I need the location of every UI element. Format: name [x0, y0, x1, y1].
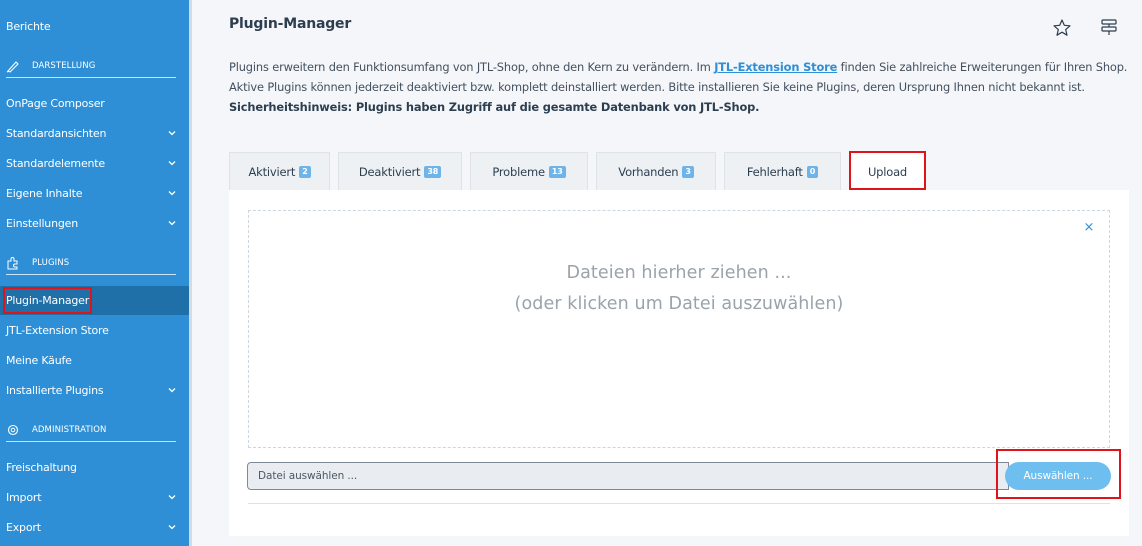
intro-text: Plugins erweitern den Funktionsumfang vo…: [229, 57, 1129, 117]
page-title: Plugin-Manager: [229, 16, 352, 32]
section-label: DARSTELLUNG: [32, 60, 96, 71]
chevron-down-icon: [168, 191, 176, 196]
tab-fehlerhaft[interactable]: Fehlerhaft 0: [724, 152, 841, 190]
security-warning: Sicherheitshinweis: Plugins haben Zugrif…: [229, 100, 760, 114]
section-header-darstellung: DARSTELLUNG: [6, 54, 176, 78]
sidebar-item-installierte-plugins[interactable]: Installierte Plugins: [0, 375, 189, 405]
intro-line-2: Aktive Plugins können jederzeit deaktivi…: [229, 80, 1085, 94]
section-header-administration: ADMINISTRATION: [6, 418, 176, 442]
star-icon[interactable]: [1052, 18, 1072, 38]
tab-label: Deaktiviert: [358, 164, 421, 179]
tab-label: Vorhanden: [618, 164, 679, 179]
highlight-plugin-manager: [3, 287, 92, 314]
tab-label: Aktiviert: [248, 164, 296, 179]
count-badge: 3: [682, 165, 694, 178]
sidebar-item-label: Meine Käufe: [6, 353, 72, 367]
sidebar-item-label: JTL-Extension Store: [6, 323, 109, 337]
sidebar-item-onpage-composer[interactable]: OnPage Composer: [0, 88, 189, 118]
sidebar-item-standardelemente[interactable]: Standardelemente: [0, 148, 189, 178]
divider: [248, 503, 1110, 504]
dropzone-subtitle: (oder klicken um Datei auszuwählen): [514, 294, 844, 314]
brush-icon: [6, 59, 20, 73]
sidebar-item-berichte[interactable]: Berichte: [0, 11, 189, 41]
sidebar-item-label: Eigene Inhalte: [6, 186, 83, 200]
sidebar-item-export[interactable]: Export: [0, 512, 189, 542]
sidebar: Berichte DARSTELLUNG OnPage Composer Sta…: [0, 0, 189, 546]
sidebar-item-label: Export: [6, 520, 41, 534]
dropzone-title: Dateien hierher ziehen ...: [566, 263, 792, 283]
file-path-input[interactable]: Datei auswählen ...: [247, 462, 1009, 490]
sidebar-item-label: Berichte: [6, 19, 51, 33]
chevron-down-icon: [168, 221, 176, 226]
sidebar-border: [189, 0, 192, 546]
intro-line-1: Plugins erweitern den Funktionsumfang vo…: [229, 57, 1129, 77]
sidebar-item-jtl-extension-store[interactable]: JTL-Extension Store: [0, 315, 189, 345]
sidebar-item-label: OnPage Composer: [6, 96, 105, 110]
tab-probleme[interactable]: Probleme 13: [470, 152, 588, 190]
file-dropzone[interactable]: [248, 210, 1110, 448]
sidebar-item-label: Import: [6, 490, 42, 504]
tab-vorhanden[interactable]: Vorhanden 3: [596, 152, 716, 190]
highlight-upload-tab: [849, 151, 926, 190]
tab-aktiviert[interactable]: Aktiviert 2: [229, 152, 330, 190]
count-badge: 13: [548, 165, 566, 178]
tab-label: Fehlerhaft: [746, 164, 803, 179]
chevron-down-icon: [168, 495, 176, 500]
sidebar-item-eigene-inhalte[interactable]: Eigene Inhalte: [0, 178, 189, 208]
chevron-down-icon: [168, 388, 176, 393]
section-header-plugins: PLUGINS: [6, 251, 176, 275]
sidebar-item-standardansichten[interactable]: Standardansichten: [0, 118, 189, 148]
tab-deaktiviert[interactable]: Deaktiviert 38: [338, 152, 462, 190]
count-badge: 2: [299, 165, 311, 178]
sidebar-item-label: Einstellungen: [6, 216, 78, 230]
chevron-down-icon: [168, 131, 176, 136]
section-label: PLUGINS: [32, 257, 70, 268]
tab-label: Probleme: [492, 164, 545, 179]
extension-store-link[interactable]: JTL-Extension Store: [714, 60, 837, 74]
intro-text-part: finden Sie zahlreiche Erweiterungen für …: [837, 60, 1128, 74]
sidebar-item-einstellungen[interactable]: Einstellungen: [0, 208, 189, 238]
chevron-down-icon: [168, 525, 176, 530]
sidebar-item-label: Installierte Plugins: [6, 383, 104, 397]
file-path-placeholder: Datei auswählen ...: [258, 470, 358, 482]
count-badge: 0: [806, 165, 819, 178]
puzzle-icon: [6, 256, 20, 270]
sidebar-item-label: Standardansichten: [6, 126, 107, 140]
sidebar-item-label: Freischaltung: [6, 460, 77, 474]
close-icon[interactable]: ×: [1082, 220, 1096, 236]
chevron-down-icon: [168, 161, 176, 166]
gear-icon: [6, 423, 20, 437]
sidebar-item-freischaltung[interactable]: Freischaltung: [0, 452, 189, 482]
intro-text-part: Plugins erweitern den Funktionsumfang vo…: [229, 60, 715, 74]
count-badge: 38: [424, 165, 442, 178]
sidebar-item-label: Standardelemente: [6, 156, 105, 170]
sidebar-item-meine-kaeufe[interactable]: Meine Käufe: [0, 345, 189, 375]
highlight-choose-button: [996, 449, 1121, 499]
sliders-icon[interactable]: [1099, 17, 1119, 37]
section-label: ADMINISTRATION: [32, 424, 107, 435]
sidebar-item-import[interactable]: Import: [0, 482, 189, 512]
